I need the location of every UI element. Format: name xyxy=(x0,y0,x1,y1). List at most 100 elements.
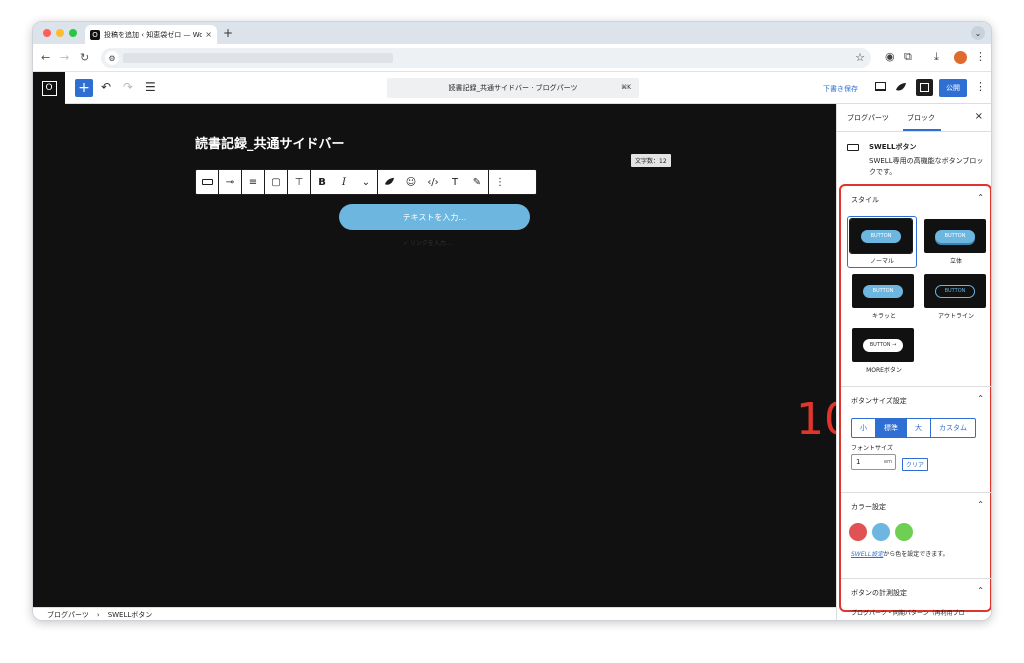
style-thumb: BUTTON xyxy=(924,274,986,308)
style-option-outline[interactable]: BUTTON アウトライン xyxy=(924,274,988,320)
swell-format-icon[interactable] xyxy=(378,170,400,194)
breadcrumb-separator: › xyxy=(96,611,100,619)
profile-avatar[interactable] xyxy=(954,51,967,64)
style-thumb-pill: BUTTON xyxy=(863,284,903,298)
chevron-up-icon[interactable]: ⌃ xyxy=(977,586,984,595)
style-panel: スタイル ⌃ BUTTON ノーマル BUTTON 立体 BUTTON キラッと… xyxy=(841,186,991,387)
extension-icon[interactable]: ◉ xyxy=(885,50,895,63)
document-overview-icon[interactable]: ☰ xyxy=(145,80,156,94)
style-thumb: BUTTON xyxy=(924,219,986,253)
browser-menu-icon[interactable]: ⋮ xyxy=(975,50,986,63)
style-thumb-pill: BUTTON xyxy=(861,229,901,243)
tab-close-icon[interactable]: × xyxy=(205,30,212,39)
publish-button[interactable]: 公開 xyxy=(939,79,967,97)
bookmark-star-icon[interactable]: ☆ xyxy=(855,51,865,64)
breadcrumb-item-blogparts[interactable]: ブログパーツ xyxy=(47,610,89,620)
more-format-chevron-down-icon[interactable]: ⌄ xyxy=(355,170,377,194)
editor-canvas[interactable]: 読書記録_共通サイドバー 文字数：12 ⊸ ≡ ▢ ⊤ B I ⌄ ☺ ‹/› … xyxy=(33,104,836,607)
tab-block[interactable]: ブロック xyxy=(903,113,941,131)
site-logo-icon: O xyxy=(41,80,57,96)
swell-logo-icon[interactable] xyxy=(895,82,907,93)
style-panel-title[interactable]: スタイル xyxy=(851,195,879,205)
tab-search-icon[interactable]: ⌄ xyxy=(971,26,985,40)
font-size-icon[interactable]: T xyxy=(444,170,466,194)
emoji-icon[interactable]: ☺ xyxy=(400,170,422,194)
undo-icon[interactable]: ↶ xyxy=(101,80,111,94)
url-text-redacted xyxy=(123,53,393,63)
button-text-placeholder[interactable]: テキストを入力… xyxy=(403,212,467,223)
save-draft-button[interactable]: 下書き保存 xyxy=(823,84,858,94)
color-panel: カラー設定 ⌃ SWELL設定から色を設定できます。 xyxy=(841,493,991,579)
font-size-value: 1 xyxy=(856,458,861,466)
bold-button[interactable]: B xyxy=(311,170,333,194)
color-swatch-blue[interactable] xyxy=(872,523,890,541)
preview-icon[interactable] xyxy=(875,82,886,91)
new-tab-button[interactable]: + xyxy=(223,26,233,40)
options-menu-icon[interactable]: ⋮ xyxy=(975,80,986,93)
style-option-normal[interactable]: BUTTON ノーマル xyxy=(847,216,917,268)
minimize-window-button[interactable] xyxy=(56,29,64,37)
command-palette-button[interactable]: 読書記録_共通サイドバー · ブログパーツ ⌘K xyxy=(387,78,639,98)
color-note-text: から色を設定できます。 xyxy=(883,551,949,558)
site-settings-icon[interactable]: ⚙ xyxy=(105,51,119,65)
command-shortcut: ⌘K xyxy=(621,84,631,91)
address-bar: ← → ↻ ⚙ ☆ ◉ ⧉ ⤓ ⋮ xyxy=(33,44,991,72)
highlight-pen-icon[interactable]: ✎ xyxy=(466,170,488,194)
download-icon[interactable]: ⤓ xyxy=(934,50,939,64)
swell-button-block[interactable]: テキストを入力… xyxy=(339,204,530,230)
browser-tab[interactable]: O 投稿を追加 ‹ 知恵袋ゼロ — Wor... × xyxy=(85,25,217,44)
size-custom-button[interactable]: カスタム xyxy=(931,419,975,437)
block-type-icon[interactable] xyxy=(196,170,218,194)
style-thumb: BUTTON → xyxy=(852,328,914,362)
size-small-button[interactable]: 小 xyxy=(852,419,876,437)
swell-settings-link[interactable]: SWELL設定 xyxy=(851,551,883,558)
add-block-button[interactable]: + xyxy=(75,79,93,97)
font-size-unit: em xyxy=(884,459,892,465)
toolbar-group-device: ▢ xyxy=(265,170,288,194)
back-icon[interactable]: ← xyxy=(41,51,50,64)
code-icon[interactable]: ‹/› xyxy=(422,170,444,194)
url-input[interactable]: ⚙ ☆ xyxy=(101,48,871,68)
italic-button[interactable]: I xyxy=(333,170,355,194)
settings-sidebar-toggle[interactable] xyxy=(916,79,933,96)
forward-icon[interactable]: → xyxy=(60,51,69,64)
font-size-input[interactable]: 1 em xyxy=(851,454,896,470)
style-option-3d[interactable]: BUTTON 立体 xyxy=(924,219,988,265)
style-thumb-pill: BUTTON xyxy=(935,284,975,298)
breadcrumb-item-swell-button[interactable]: SWELLボタン xyxy=(108,610,153,620)
size-panel-title[interactable]: ボタンサイズ設定 xyxy=(851,396,907,406)
word-count-badge: 文字数：12 xyxy=(631,154,671,167)
chevron-up-icon[interactable]: ⌃ xyxy=(977,193,984,202)
color-swatch-red[interactable] xyxy=(849,523,867,541)
tab-blogparts[interactable]: ブログパーツ xyxy=(847,113,889,123)
close-sidebar-icon[interactable]: × xyxy=(975,111,983,122)
site-logo-button[interactable]: O xyxy=(33,72,65,104)
size-large-button[interactable]: 大 xyxy=(907,419,931,437)
reload-icon[interactable]: ↻ xyxy=(80,51,89,64)
post-title[interactable]: 読書記録_共通サイドバー xyxy=(195,133,345,152)
size-standard-button[interactable]: 標準 xyxy=(876,419,907,437)
link-icon[interactable]: ⊸ xyxy=(219,170,241,194)
zoom-window-button[interactable] xyxy=(69,29,77,37)
align-icon[interactable]: ≡ xyxy=(242,170,264,194)
block-options-icon[interactable]: ⋮ xyxy=(489,170,511,194)
puzzle-icon[interactable]: ⧉ xyxy=(904,50,912,64)
close-window-button[interactable] xyxy=(43,29,51,37)
link-placeholder[interactable]: ✓ リンクを入力... xyxy=(403,238,452,247)
toolbar-group-style: ⊤ xyxy=(288,170,311,194)
clear-font-size-button[interactable]: クリア xyxy=(902,458,929,471)
chevron-up-icon[interactable]: ⌃ xyxy=(977,394,984,403)
measure-panel-title[interactable]: ボタンの計測設定 xyxy=(851,588,907,598)
block-breadcrumb: ブログパーツ › SWELLボタン xyxy=(33,607,836,620)
color-panel-title[interactable]: カラー設定 xyxy=(851,502,886,512)
chevron-up-icon[interactable]: ⌃ xyxy=(977,500,984,509)
color-swatch-green[interactable] xyxy=(895,523,913,541)
style-thumb: BUTTON xyxy=(849,218,913,254)
redo-icon[interactable]: ↷ xyxy=(123,80,133,94)
style-option-more[interactable]: BUTTON → MOREボタン xyxy=(852,328,916,374)
paint-roller-icon[interactable]: ⊤ xyxy=(288,170,310,194)
measure-panel: ボタンの計測設定 ⌃ ブログパーツ・同期パターン（再利用ブロ xyxy=(841,579,991,617)
style-option-shine[interactable]: BUTTON キラッと xyxy=(852,274,916,320)
device-visibility-icon[interactable]: ▢ xyxy=(265,170,287,194)
toolbar-group-link: ⊸ xyxy=(219,170,242,194)
